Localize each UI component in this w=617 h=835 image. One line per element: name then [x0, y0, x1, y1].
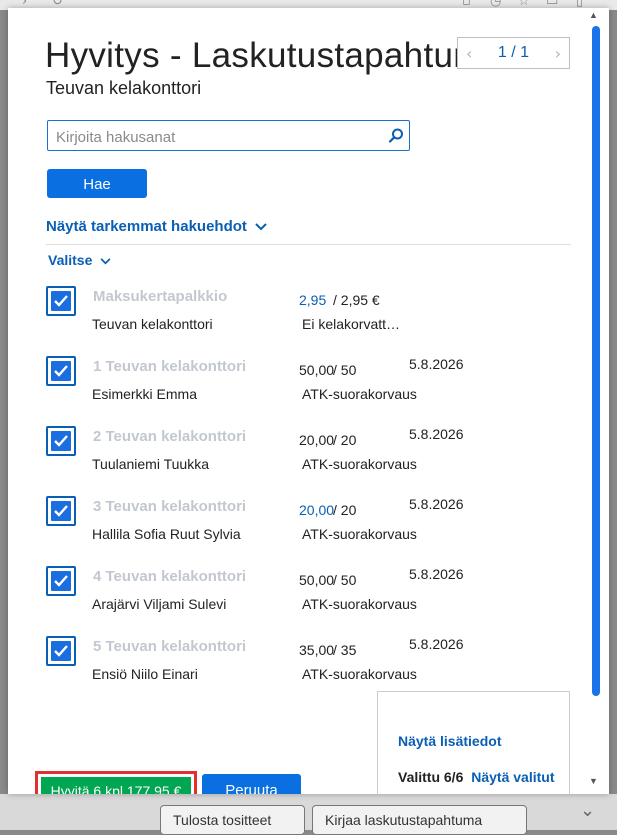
search-box — [47, 120, 410, 151]
row-checkbox[interactable] — [46, 356, 76, 386]
credit-button[interactable]: Hyvitä 6 kpl 177,95 € — [41, 777, 191, 794]
row-title: 5 Teuvan kelakonttori — [93, 638, 247, 655]
selection-summary: Näytä lisätiedot Valittu 6/6 Näytä valit… — [377, 691, 570, 794]
row-amount-total: / 35 — [333, 642, 375, 658]
row-amount-total-value: 35 — [340, 642, 357, 658]
credit-button-highlight: Hyvitä 6 kpl 177,95 € — [35, 771, 197, 794]
checkmark-icon — [54, 505, 68, 517]
row-name: Esimerkki Emma — [92, 386, 198, 402]
chevron-down-icon — [255, 223, 267, 231]
dialog-subtitle: Teuvan kelakonttori — [46, 78, 202, 98]
row-checkbox[interactable] — [46, 286, 76, 316]
pager: ‹ 1 / 1 › — [457, 37, 570, 69]
row-amount-separator: / — [333, 362, 341, 378]
list-item[interactable]: 2 Teuvan kelakonttori Tuulaniemi Tuukka … — [8, 426, 591, 496]
row-name: Arajärvi Viljami Sulevi — [92, 596, 227, 612]
row-amount-total-value: 50 — [340, 572, 357, 588]
row-method: Ei kelakorvatt… — [302, 316, 401, 332]
row-title: 4 Teuvan kelakonttori — [93, 568, 247, 585]
row-amount: 35,00 — [299, 642, 335, 658]
checkmark-icon — [54, 435, 68, 447]
show-details-link[interactable]: Näytä lisätiedot — [398, 733, 501, 749]
checkmark-icon — [54, 575, 68, 587]
advanced-search-link[interactable]: Näytä tarkemmat hakuehdot — [46, 218, 267, 235]
row-amount-separator: / — [333, 642, 341, 658]
page-indicator: 1 / 1 — [497, 44, 530, 61]
row-amount-total: / 50 — [333, 362, 375, 378]
row-amount-total: / 50 — [333, 572, 375, 588]
previous-page-icon[interactable]: ‹ — [466, 44, 472, 63]
row-checkbox[interactable] — [46, 566, 76, 596]
row-amount-total: / 20 — [333, 502, 375, 518]
selected-count-label: Valittu 6/6 — [398, 769, 464, 785]
select-menu-label: Valitse — [48, 252, 93, 268]
credit-dialog: Hyvitys - Laskutustapahtumat Teuvan kela… — [8, 8, 609, 794]
scroll-up-icon[interactable]: ▲ — [589, 10, 598, 20]
row-title: 3 Teuvan kelakonttori — [93, 498, 247, 515]
scroll-down-icon[interactable]: ▼ — [589, 776, 598, 786]
row-date: 5.8.2026 — [409, 566, 464, 582]
row-title: Maksukertapalkkio — [93, 288, 228, 305]
checkmark-icon — [54, 295, 68, 307]
dialog-title: Hyvitys - Laskutustapahtumat — [45, 36, 465, 75]
print-receipts-button[interactable]: Tulosta tositteet — [160, 805, 305, 835]
row-name: Ensiö Niilo Einari — [92, 666, 198, 682]
search-input[interactable] — [54, 126, 378, 148]
row-amount-separator: / — [333, 572, 341, 588]
row-amount-total-value: 20 — [340, 502, 357, 518]
row-amount-total: / 20 — [333, 432, 375, 448]
row-date: 5.8.2026 — [409, 356, 464, 372]
divider — [46, 244, 571, 245]
row-amount-separator: / — [333, 432, 341, 448]
row-amount-total-value: 50 — [340, 362, 357, 378]
chevron-down-icon[interactable]: ⌄ — [580, 800, 595, 821]
row-amount-separator: / — [333, 502, 341, 518]
next-page-icon[interactable]: › — [555, 44, 561, 63]
row-method: ATK-suorakorvaus — [302, 666, 417, 682]
row-title: 1 Teuvan kelakonttori — [93, 358, 247, 375]
chevron-down-icon — [100, 258, 111, 265]
row-method: ATK-suorakorvaus — [302, 596, 417, 612]
row-amount: 2,95 — [299, 292, 327, 308]
search-button[interactable]: Hae — [47, 169, 147, 198]
row-amount-total-value: 20 — [340, 432, 357, 448]
list-item[interactable]: 4 Teuvan kelakonttori Arajärvi Viljami S… — [8, 566, 591, 636]
scrollbar[interactable]: ▲ ▼ — [589, 10, 601, 786]
row-name: Tuulaniemi Tuukka — [92, 456, 209, 472]
row-amount: 20,00 — [299, 502, 335, 518]
list-item[interactable]: 1 Teuvan kelakonttori Esimerkki Emma 50,… — [8, 356, 591, 426]
advanced-search-label: Näytä tarkemmat hakuehdot — [46, 218, 247, 235]
cancel-button[interactable]: Peruuta — [202, 774, 301, 794]
row-amount-separator: / — [333, 292, 341, 308]
checkmark-icon — [54, 365, 68, 377]
row-checkbox[interactable] — [46, 636, 76, 666]
row-date: 5.8.2026 — [409, 426, 464, 442]
row-date: 5.8.2026 — [409, 496, 464, 512]
row-date: 5.8.2026 — [409, 636, 464, 652]
row-amount: 50,00 — [299, 572, 335, 588]
show-selected-link[interactable]: Näytä valitut — [471, 769, 554, 785]
row-amount: 50,00 — [299, 362, 335, 378]
row-checkbox[interactable] — [46, 426, 76, 456]
record-billing-button[interactable]: Kirjaa laskutustapahtuma — [312, 805, 527, 835]
row-checkbox[interactable] — [46, 496, 76, 526]
row-amount-total: / 2,95 € — [333, 292, 380, 308]
row-name: Teuvan kelakonttori — [92, 316, 213, 332]
row-amount-total-value: 2,95 € — [340, 292, 380, 308]
scrollbar-thumb[interactable] — [592, 26, 600, 696]
selected-count: Valittu 6/6 Näytä valitut — [398, 769, 555, 785]
row-name: Hallila Sofia Ruut Sylvia — [92, 526, 241, 542]
list-item[interactable]: 3 Teuvan kelakonttori Hallila Sofia Ruut… — [8, 496, 591, 566]
list-item[interactable]: Maksukertapalkkio Teuvan kelakonttori 2,… — [8, 286, 591, 356]
select-menu[interactable]: Valitse — [48, 252, 111, 268]
row-method: ATK-suorakorvaus — [302, 526, 417, 542]
search-icon[interactable] — [387, 127, 405, 145]
row-method: ATK-suorakorvaus — [302, 456, 417, 472]
row-method: ATK-suorakorvaus — [302, 386, 417, 402]
row-title: 2 Teuvan kelakonttori — [93, 428, 247, 445]
row-amount: 20,00 — [299, 432, 335, 448]
checkmark-icon — [54, 645, 68, 657]
